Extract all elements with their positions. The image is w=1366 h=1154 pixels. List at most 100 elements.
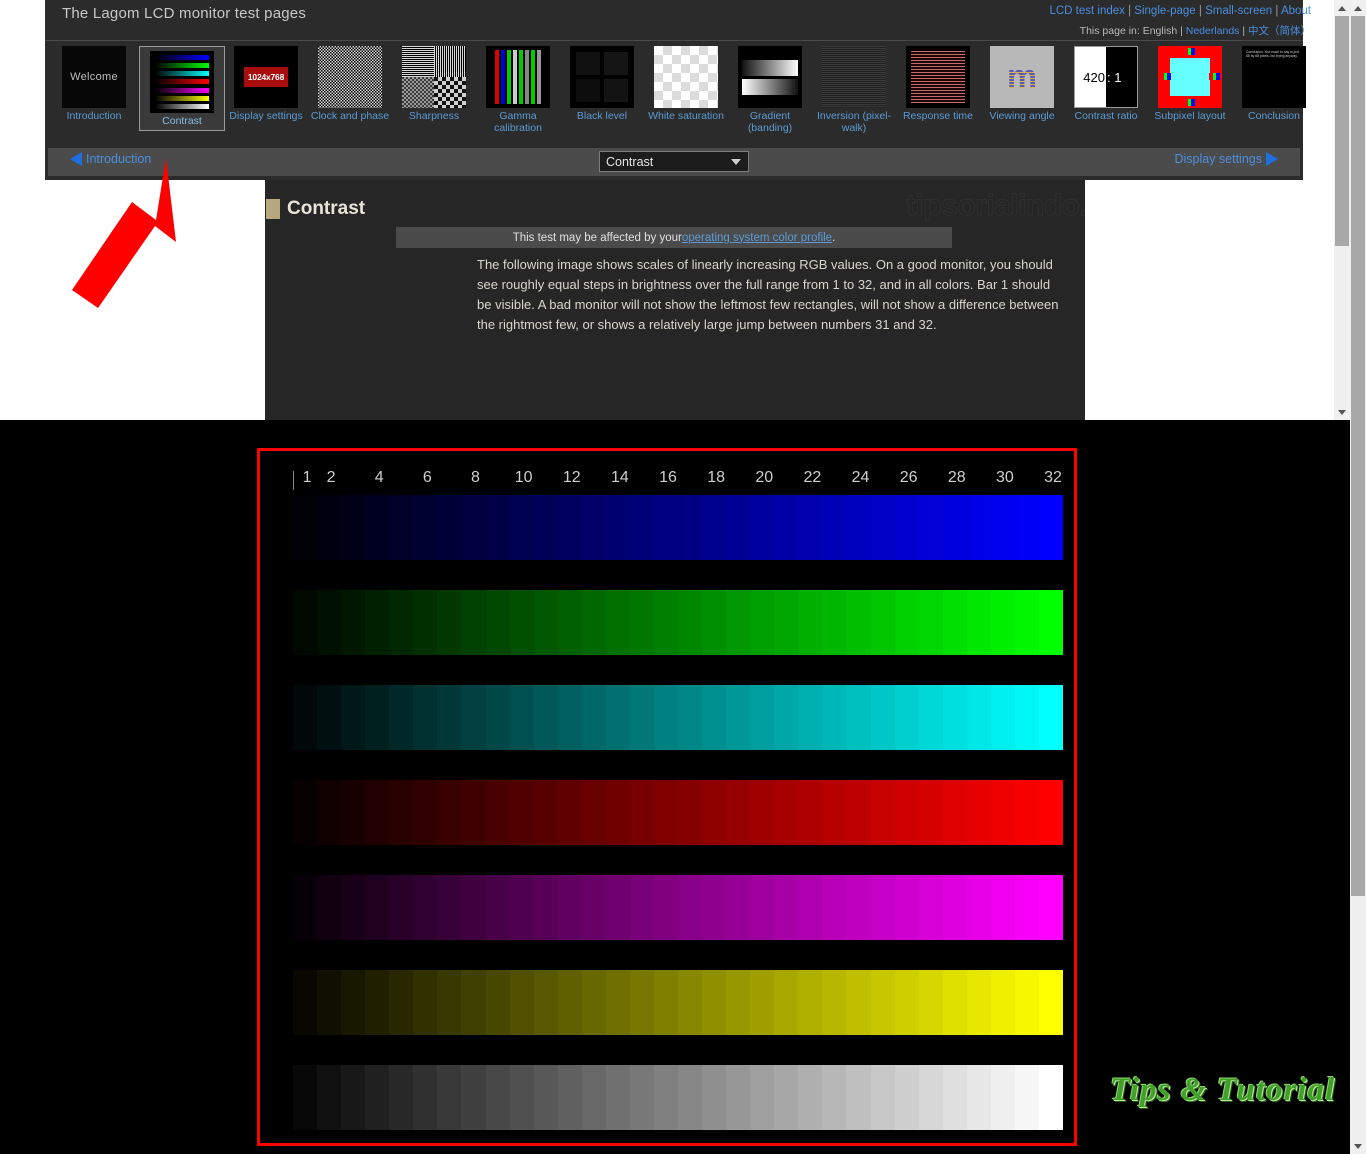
thumbnail-white-saturation[interactable]: White saturation [647, 46, 725, 123]
thumbnail-gradient-banding[interactable]: Gradient (banding) [731, 46, 809, 134]
gamma-stripes-icon [486, 46, 550, 108]
thumbnail-label-subpixel-layout: Subpixel layout [1154, 110, 1226, 122]
link-lcd-test-index[interactable]: LCD test index [1049, 5, 1124, 17]
contrast-bars-icon [150, 51, 214, 113]
thumbnail-label-inversion-pixel-walk: Inversion (pixel-walk) [816, 110, 892, 134]
thumbnail-introduction[interactable]: Welcome Introduction [55, 46, 133, 123]
welcome-text: Welcome [62, 46, 126, 108]
thumbnail-image-gradient-banding [738, 46, 802, 108]
page-scrollbar-thumb[interactable] [1351, 16, 1365, 896]
inner-frame-scrollbar[interactable] [1334, 0, 1350, 420]
black-level-squares-icon [570, 46, 634, 108]
thumbnail-label-introduction: Introduction [66, 110, 122, 122]
thumbnail-image-conclusion: Conclusion. Not much to say in just 68 b… [1242, 46, 1306, 108]
test-page-thumbnail-strip: Welcome Introduction Contrast 1024x768 D… [55, 46, 1306, 138]
contrast-ratio-icon: 420 : 1 [1074, 46, 1138, 108]
screenshot-root: The Lagom LCD monitor test pages LCD tes… [0, 0, 1366, 1154]
page-scroll-down-icon[interactable] [1350, 1138, 1366, 1154]
thumbnail-image-clock-and-phase [318, 46, 382, 108]
language-chinese[interactable]: 中文（简体） [1248, 25, 1311, 37]
thumbnail-clock-and-phase[interactable]: Clock and phase [311, 46, 389, 123]
thumbnail-image-contrast [150, 51, 214, 113]
thumbnail-black-level[interactable]: Black level [563, 46, 641, 123]
conclusion-icon: Conclusion. Not much to say in just 68 b… [1242, 46, 1306, 108]
page-scroll-up-icon[interactable] [1350, 0, 1366, 16]
thumbnail-label-gradient-banding: Gradient (banding) [747, 110, 793, 134]
link-single-page[interactable]: Single-page [1134, 5, 1195, 17]
thumbnail-image-gamma-calibration [486, 46, 550, 108]
thumbnail-label-response-time: Response time [902, 110, 974, 122]
checkerboard-icon [318, 46, 382, 108]
description-paragraph: The following image shows scales of line… [477, 257, 1059, 332]
arrow-right-icon [1266, 152, 1278, 166]
thumbnail-label-black-level: Black level [576, 110, 628, 122]
page-select-dropdown[interactable]: Contrast [599, 151, 749, 172]
thumbnail-inversion-pixel-walk[interactable]: Inversion (pixel-walk) [815, 46, 893, 134]
resolution-text: 1024x768 [243, 67, 289, 87]
header-divider [45, 40, 1303, 41]
thumbnail-label-white-saturation: White saturation [648, 110, 724, 122]
heading-swatch-icon [266, 199, 280, 219]
annotation-arrow [60, 150, 240, 320]
thumbnail-contrast-ratio[interactable]: 420 : 1 Contrast ratio [1067, 46, 1145, 123]
contrast-ratio-suffix: : 1 [1106, 47, 1137, 107]
top-nav-links: LCD test index | Single-page | Small-scr… [1049, 5, 1311, 17]
thumbnail-image-introduction: Welcome [62, 46, 126, 108]
link-about[interactable]: About [1281, 5, 1311, 17]
language-prefix: This page in: [1079, 25, 1140, 37]
notice-suffix: . [832, 231, 836, 244]
thumbnail-viewing-angle[interactable]: m Viewing angle [983, 46, 1061, 123]
chevron-down-icon [731, 159, 741, 165]
thumbnail-response-time[interactable]: Response time [899, 46, 977, 123]
scroll-up-icon[interactable] [1334, 0, 1350, 16]
gradient-bands-icon [738, 46, 802, 108]
thumbnail-label-conclusion: Conclusion [1248, 110, 1300, 122]
inversion-pattern-icon [822, 46, 886, 108]
sharpness-pattern-icon [402, 46, 466, 108]
thumbnail-label-contrast-ratio: Contrast ratio [1074, 110, 1138, 122]
thumbnail-label-contrast: Contrast [162, 115, 202, 127]
response-time-icon [906, 46, 970, 108]
thumbnail-image-display-settings: 1024x768 [234, 46, 298, 108]
language-selector: This page in: English | Nederlands | 中文（… [1079, 25, 1311, 37]
subpixel-layout-icon [1158, 46, 1222, 108]
thumbnail-image-subpixel-layout [1158, 46, 1222, 108]
tips-and-tutorial-logo: Tips & Tutorial [1110, 1072, 1336, 1108]
language-english: English [1142, 25, 1178, 37]
thumbnail-contrast[interactable]: Contrast [139, 46, 225, 131]
conclusion-text: Conclusion. Not much to say in just 68 b… [1246, 50, 1299, 59]
resolution-badge-icon: 1024x768 [234, 46, 298, 108]
viewing-angle-icon: m [990, 46, 1054, 108]
thumbnail-label-gamma-calibration: Gamma calibration [494, 110, 542, 134]
page-scrollbar[interactable] [1350, 0, 1366, 1154]
thumbnail-subpixel-layout[interactable]: Subpixel layout [1151, 46, 1229, 123]
thumbnail-image-sharpness [402, 46, 466, 108]
thumbnail-display-settings[interactable]: 1024x768 Display settings [227, 46, 305, 123]
white-saturation-icon [654, 46, 718, 108]
link-small-screen[interactable]: Small-screen [1205, 5, 1272, 17]
thumbnail-sharpness[interactable]: Sharpness [395, 46, 473, 123]
notice-prefix: This test may be affected by your [512, 231, 682, 244]
thumbnail-image-contrast-ratio: 420 : 1 [1074, 46, 1138, 108]
site-title: The Lagom LCD monitor test pages [62, 5, 307, 22]
thumbnail-label-clock-and-phase: Clock and phase [310, 110, 390, 122]
page-title-text: Contrast [287, 198, 366, 219]
thumbnail-image-viewing-angle: m [990, 46, 1054, 108]
color-profile-notice: This test may be affected by your operat… [396, 227, 952, 248]
language-nederlands[interactable]: Nederlands [1186, 25, 1240, 37]
thumbnail-label-display-settings: Display settings [229, 110, 303, 122]
next-page-label: Display settings [1174, 152, 1262, 166]
thumbnail-label-sharpness: Sharpness [408, 110, 460, 122]
thumbnail-label-viewing-angle: Viewing angle [989, 110, 1055, 122]
thumbnail-conclusion[interactable]: Conclusion. Not much to say in just 68 b… [1235, 46, 1313, 123]
scroll-down-icon[interactable] [1334, 404, 1350, 420]
inner-scrollbar-thumb[interactable] [1335, 16, 1349, 246]
contrast-ratio-value: 420 [1075, 47, 1106, 107]
next-page-link[interactable]: Display settings [1174, 152, 1278, 166]
thumbnail-image-black-level [570, 46, 634, 108]
color-profile-link[interactable]: operating system color profile [682, 232, 832, 244]
thumbnail-gamma-calibration[interactable]: Gamma calibration [479, 46, 557, 134]
thumbnail-image-inversion-pixel-walk [822, 46, 886, 108]
viewing-angle-letter: m [1006, 58, 1038, 96]
page-select-value: Contrast [606, 154, 654, 169]
